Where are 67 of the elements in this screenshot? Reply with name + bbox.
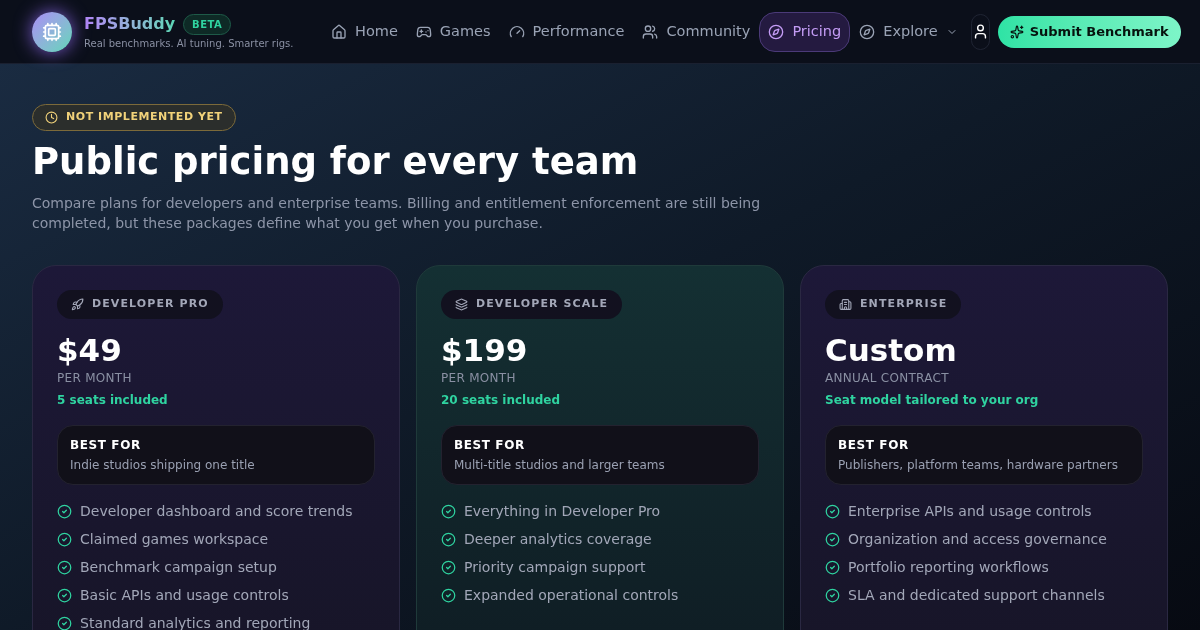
plan-period: PER MONTH — [441, 370, 517, 388]
best-for-text: Indie studios shipping one title — [70, 457, 256, 475]
intro-text: Compare plans for developers and enterprise teams. Billing and entitlement enforcement are still being completed, but these packages define what you get when you purchase. — [32, 194, 762, 233]
check-icon — [441, 587, 456, 603]
plan-period: PER MONTH — [57, 370, 133, 388]
gauge-icon — [508, 23, 525, 40]
feature-text: Developer dashboard and score trends — [80, 501, 353, 521]
best-for-label: BEST FOR — [454, 437, 526, 455]
clock-icon — [45, 110, 58, 124]
feature-text: Deeper analytics coverage — [464, 529, 652, 549]
plan-price: $49 — [57, 330, 123, 370]
plan-seats: Seat model tailored to your org — [825, 391, 1143, 410]
feature-text: Everything in Developer Pro — [464, 501, 661, 521]
check-icon — [57, 615, 72, 630]
nav-tab[interactable]: Community — [633, 11, 760, 52]
rocket-icon — [71, 297, 84, 311]
feature-text: Expanded operational controls — [464, 585, 679, 605]
feature-text: Claimed games workspace — [80, 529, 269, 549]
page-title: Public pricing for every team — [32, 138, 640, 185]
nav-tab[interactable]: Explore — [850, 11, 967, 52]
status-badge: NOT IMPLEMENTED YET — [32, 104, 236, 131]
feature-text: Priority campaign support — [464, 557, 646, 577]
check-icon — [57, 503, 72, 519]
best-for-text: Multi-title studios and larger teams — [454, 457, 666, 475]
check-icon — [441, 559, 456, 575]
best-for-label: BEST FOR — [70, 437, 142, 455]
plan-tag: ENTERPRISE — [825, 290, 962, 319]
best-for-label: BEST FOR — [838, 437, 910, 455]
check-icon — [441, 531, 456, 547]
feature-text: Portfolio reporting workflows — [848, 557, 1049, 577]
plan-seats: 20 seats included — [441, 391, 759, 410]
submit-benchmark-button[interactable]: Submit Benchmark — [997, 15, 1181, 48]
logo-icon — [32, 11, 72, 52]
compass-icon — [859, 23, 876, 40]
check-icon — [825, 531, 840, 547]
check-icon — [57, 587, 72, 603]
beta-badge: BETA — [183, 13, 232, 35]
feature-text: Benchmark campaign setup — [80, 557, 277, 577]
best-for-text: Publishers, platform teams, hardware partners — [838, 457, 1119, 475]
feature-text: Basic APIs and usage controls — [80, 585, 289, 605]
sparkles-icon — [1009, 24, 1024, 39]
plan-seats: 5 seats included — [57, 391, 375, 410]
nav-tab[interactable]: Performance — [499, 11, 634, 52]
layers-icon — [455, 297, 468, 311]
plan-tag: DEVELOPER PRO — [57, 290, 223, 319]
compass-icon — [768, 23, 785, 40]
nav-tab[interactable]: Home — [322, 11, 407, 52]
plan-tag: DEVELOPER SCALE — [441, 290, 623, 319]
brand-tagline: Real benchmarks. AI tuning. Smarter rigs. — [84, 37, 294, 51]
check-icon — [825, 559, 840, 575]
plan-price: Custom — [825, 330, 958, 370]
check-icon — [57, 531, 72, 547]
check-icon — [825, 587, 840, 603]
feature-text: Standard analytics and reporting — [80, 613, 311, 630]
feature-text: Organization and access governance — [848, 529, 1107, 549]
nav-tab[interactable]: Pricing — [759, 11, 851, 52]
plan-period: ANNUAL CONTRACT — [825, 370, 950, 388]
check-icon — [825, 503, 840, 519]
feature-text: Enterprise APIs and usage controls — [848, 501, 1092, 521]
plan-price: $199 — [441, 330, 529, 370]
feature-text: SLA and dedicated support channels — [848, 585, 1105, 605]
users-icon — [642, 23, 659, 40]
check-icon — [57, 559, 72, 575]
check-icon — [441, 503, 456, 519]
home-icon — [331, 23, 347, 40]
nav-tab[interactable]: Games — [406, 11, 500, 52]
building-icon — [839, 297, 852, 311]
